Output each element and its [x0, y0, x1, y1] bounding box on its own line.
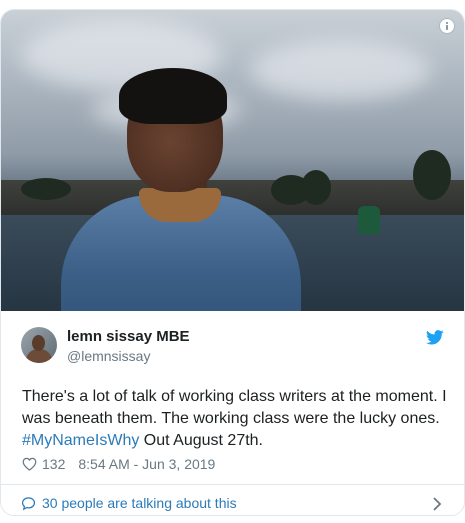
chevron-right-icon[interactable]	[432, 497, 442, 511]
heart-icon[interactable]	[22, 457, 37, 471]
timestamp[interactable]: 8:54 AM - Jun 3, 2019	[78, 456, 215, 472]
tweet-meta: 132 8:54 AM - Jun 3, 2019	[22, 456, 215, 472]
talking-label: 30 people are talking about this	[42, 495, 237, 511]
tweet-photo[interactable]	[1, 10, 464, 311]
like-count[interactable]: 132	[42, 456, 65, 472]
embedded-tweet-card: lemn sissay MBE @lemnsissay There's a lo…	[0, 9, 465, 516]
author-handle[interactable]: @lemnsissay	[67, 348, 150, 364]
tweet-text-part: Out August 27th.	[139, 432, 263, 449]
info-icon[interactable]	[439, 18, 455, 34]
divider	[1, 484, 464, 485]
tweet-text: There's a lot of talk of working class w…	[22, 386, 447, 452]
talking-link[interactable]: 30 people are talking about this	[21, 495, 237, 511]
author-name[interactable]: lemn sissay MBE	[67, 328, 190, 345]
hashtag-link[interactable]: #MyNameIsWhy	[22, 432, 139, 449]
twitter-bird-icon[interactable]	[426, 330, 444, 345]
comment-icon	[21, 496, 36, 510]
avatar[interactable]	[21, 327, 57, 363]
tweet-text-part: There's a lot of talk of working class w…	[22, 388, 447, 427]
